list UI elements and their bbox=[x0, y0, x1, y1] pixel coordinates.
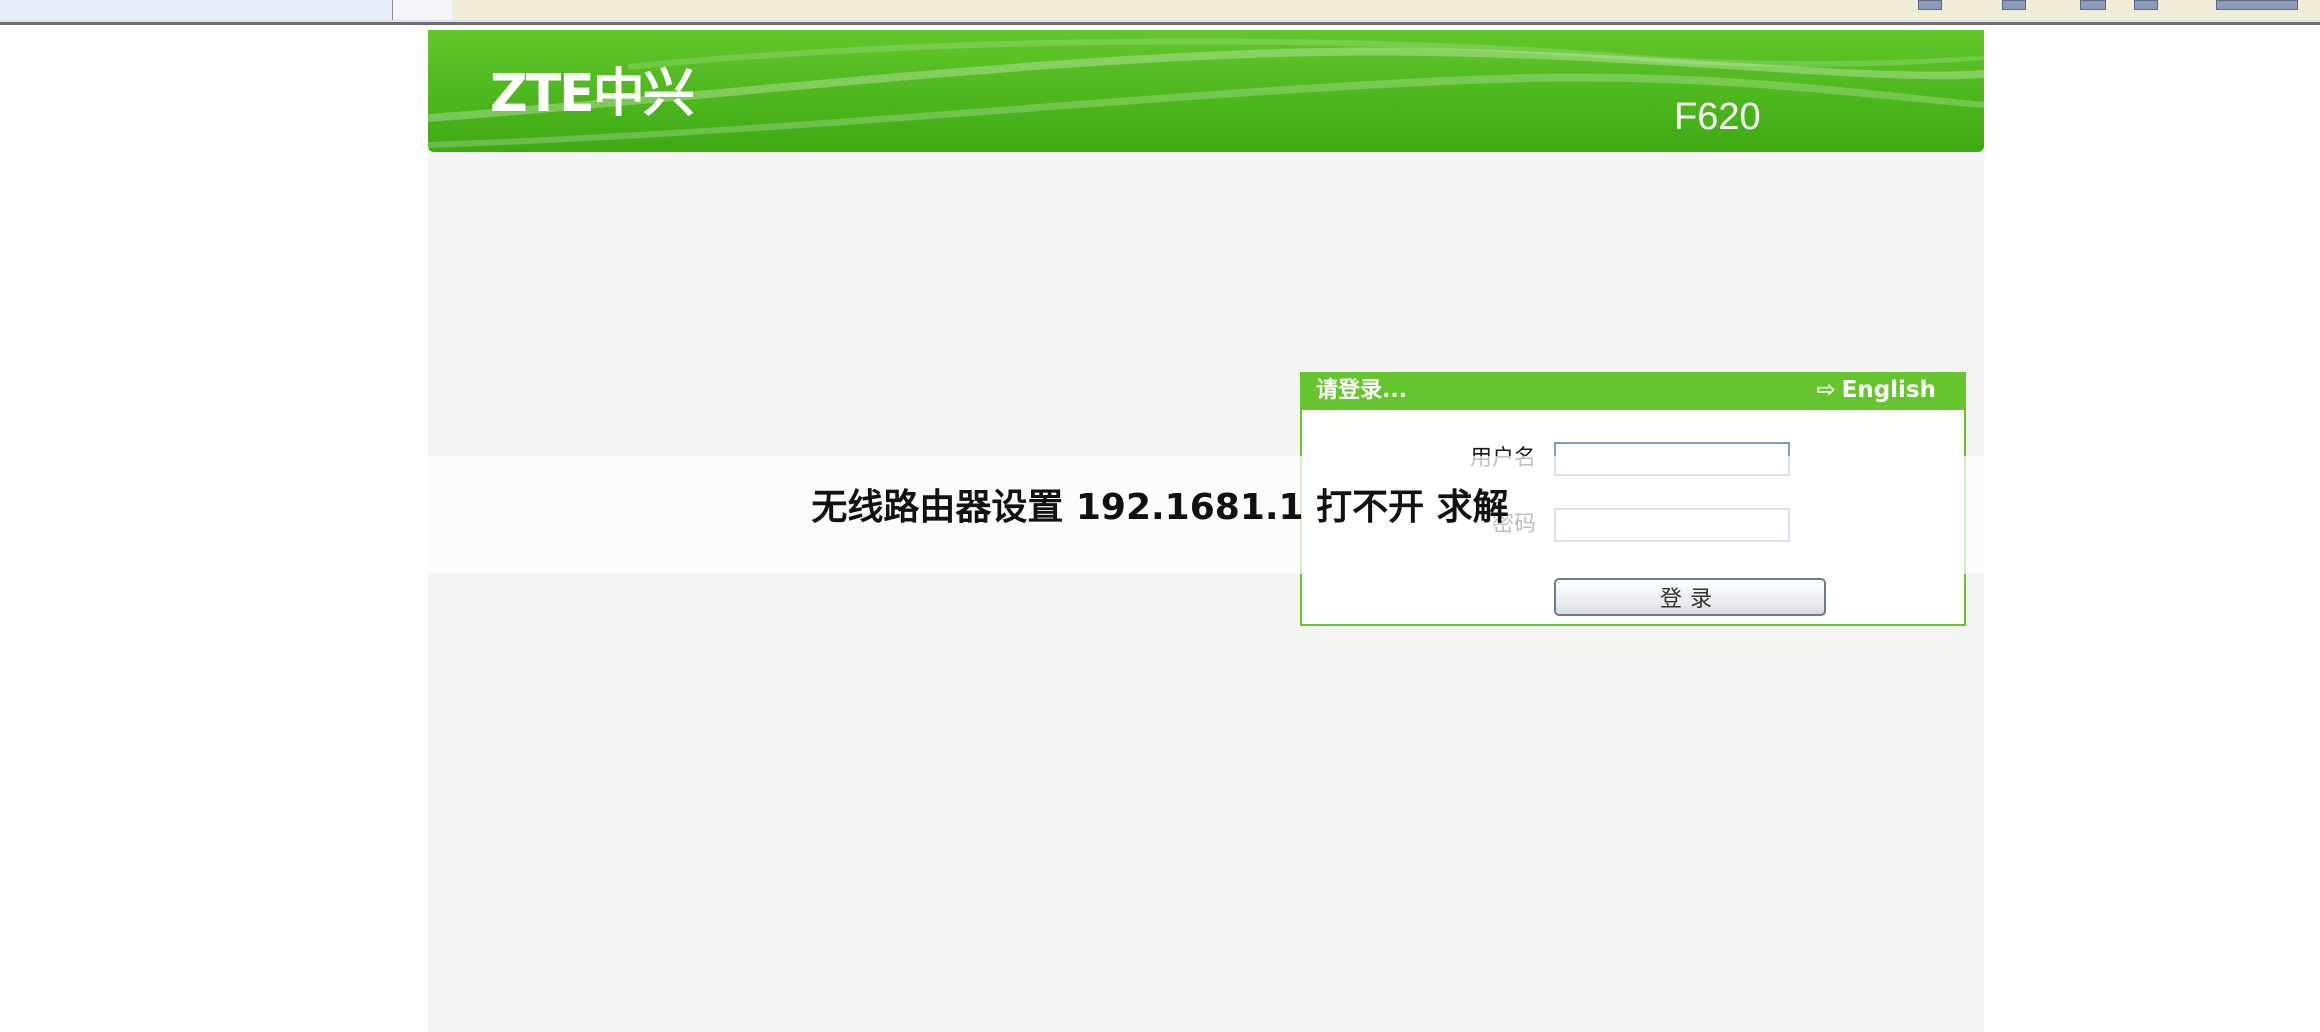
browser-button[interactable] bbox=[392, 0, 454, 20]
header-banner: ZTE中兴 F620 bbox=[428, 30, 1984, 152]
login-button[interactable]: 登录 bbox=[1554, 578, 1826, 616]
english-link-label: English bbox=[1841, 377, 1936, 403]
model-name: F620 bbox=[1674, 96, 1761, 138]
browser-address-strip bbox=[452, 0, 2320, 20]
login-header: 请登录... ⇨ English bbox=[1302, 374, 1964, 410]
mail-icon[interactable] bbox=[2080, 0, 2106, 10]
login-title: 请登录... bbox=[1316, 378, 1408, 403]
browser-tab-area bbox=[0, 0, 392, 20]
tools-icon[interactable] bbox=[2134, 0, 2158, 10]
arrow-right-icon: ⇨ bbox=[1816, 377, 1836, 403]
screenshot-stage: ZTE中兴 F620 请登录... ⇨English 用户名 密码 登录 无线路… bbox=[0, 0, 2320, 1032]
browser-toolbar bbox=[0, 0, 2320, 25]
zte-logo: ZTE中兴 bbox=[490, 64, 695, 124]
english-link[interactable]: ⇨ English bbox=[1816, 379, 1936, 402]
help-icon[interactable] bbox=[2216, 0, 2298, 10]
page-icon[interactable] bbox=[1918, 0, 1942, 10]
print-icon[interactable] bbox=[2002, 0, 2026, 10]
caption-text: 无线路由器设置 192.1681.1 打不开 求解 bbox=[811, 487, 1509, 528]
